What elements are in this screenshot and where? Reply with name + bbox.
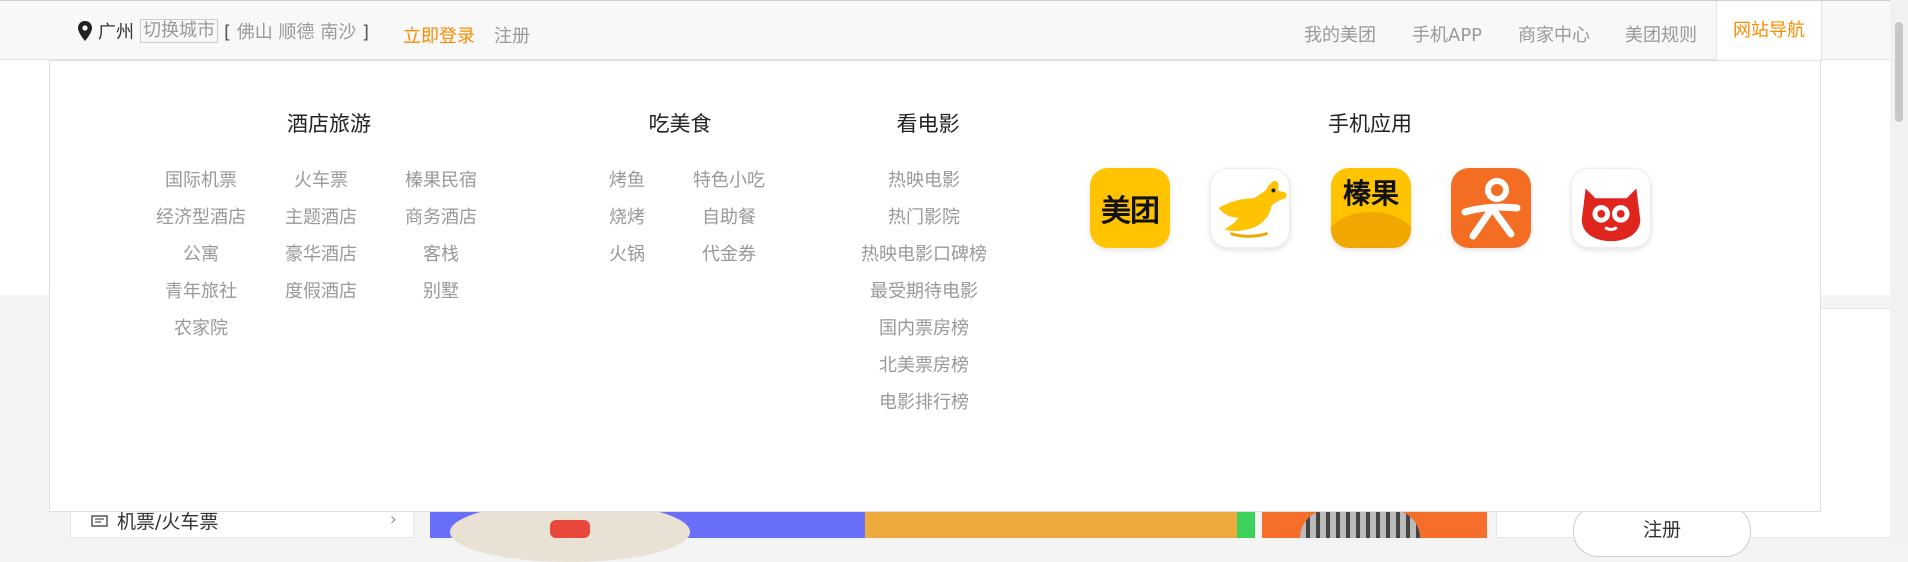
microphone-image — [1300, 510, 1420, 538]
site-navigation-tab[interactable]: 网站导航 — [1716, 1, 1822, 62]
link-now-showing[interactable]: 热映电影 — [888, 166, 960, 192]
link-zhenguo-homestay[interactable]: 榛果民宿 — [405, 166, 477, 192]
link-buffet[interactable]: 自助餐 — [702, 203, 756, 229]
cat-face-icon — [1581, 188, 1641, 242]
movies-heading: 看电影 — [896, 112, 960, 136]
banner-image-detail — [550, 520, 590, 538]
person-icon — [1461, 178, 1521, 240]
login-link[interactable]: 立即登录 — [403, 22, 475, 48]
page-scrollbar[interactable] — [1890, 0, 1908, 538]
link-youth-hostel[interactable]: 青年旅社 — [165, 277, 237, 303]
merchant-center-link[interactable]: 商家中心 — [1518, 21, 1590, 47]
zhenguo-app-icon[interactable]: 榛果 — [1331, 168, 1411, 248]
link-luxury-hotel[interactable]: 豪华酒店 — [285, 240, 357, 266]
register-link[interactable]: 注册 — [494, 22, 530, 48]
nearby-cities: [ 佛山 顺德 南沙 ] — [224, 22, 369, 43]
link-movie-rankings[interactable]: 电影排行榜 — [879, 388, 969, 414]
top-bar: 广州 切换城市 [ 佛山 顺德 南沙 ] 立即登录 注册 我的美团 手机APP … — [0, 0, 1908, 62]
link-grilled-fish[interactable]: 烤鱼 — [609, 166, 645, 192]
dianping-app-icon[interactable] — [1451, 168, 1531, 248]
food-heading: 吃美食 — [648, 112, 712, 136]
promo-banner-ktv[interactable] — [1262, 510, 1487, 538]
hotel-travel-heading: 酒店旅游 — [287, 112, 371, 136]
nearby-city-links[interactable]: 佛山 顺德 南沙 — [237, 22, 356, 43]
link-budget-hotel[interactable]: 经济型酒店 — [156, 203, 246, 229]
link-resort-hotel[interactable]: 度假酒店 — [285, 277, 357, 303]
my-meituan-link[interactable]: 我的美团 — [1304, 21, 1376, 47]
link-train-tickets[interactable]: 火车票 — [294, 166, 348, 192]
link-farmhouse[interactable]: 农家院 — [174, 314, 228, 340]
meituan-waimai-app-icon[interactable] — [1210, 168, 1290, 248]
banner-image-detail — [1237, 510, 1255, 538]
meituan-app-icon[interactable]: 美团 — [1090, 168, 1170, 248]
link-most-anticipated[interactable]: 最受期待电影 — [870, 277, 978, 303]
app-hill-shape — [1331, 212, 1411, 248]
location-selector: 广州 切换城市 [ 佛山 顺德 南沙 ] — [78, 19, 369, 43]
promo-banner-pizza[interactable] — [865, 510, 1255, 538]
link-bbq[interactable]: 烧烤 — [609, 203, 645, 229]
site-navigation-dropdown: 酒店旅游 国际机票 火车票 榛果民宿 经济型酒店 主题酒店 商务酒店 公寓 豪华… — [49, 60, 1821, 512]
link-inn[interactable]: 客栈 — [423, 240, 459, 266]
link-vouchers[interactable]: 代金券 — [702, 240, 756, 266]
mobile-apps-heading: 手机应用 — [1328, 112, 1412, 136]
scrollbar-thumb[interactable] — [1895, 22, 1903, 122]
link-business-hotel[interactable]: 商务酒店 — [405, 203, 477, 229]
link-popular-cinemas[interactable]: 热门影院 — [888, 203, 960, 229]
mobile-app-link[interactable]: 手机APP — [1412, 21, 1482, 47]
link-snacks[interactable]: 特色小吃 — [693, 166, 765, 192]
maoyan-app-icon[interactable] — [1571, 168, 1651, 248]
rules-link[interactable]: 美团规则 — [1625, 21, 1697, 47]
register-button[interactable]: 注册 — [1573, 505, 1751, 557]
link-international-flights[interactable]: 国际机票 — [165, 166, 237, 192]
location-pin-icon — [78, 21, 92, 41]
link-hotpot[interactable]: 火锅 — [609, 240, 645, 266]
link-villa[interactable]: 别墅 — [423, 277, 459, 303]
link-domestic-box-office[interactable]: 国内票房榜 — [879, 314, 969, 340]
chevron-right-icon: › — [389, 509, 397, 530]
link-north-america-box-office[interactable]: 北美票房榜 — [879, 351, 969, 377]
promo-banner-salad[interactable] — [430, 502, 865, 562]
current-city: 广州 — [98, 22, 134, 43]
kangaroo-icon — [1218, 180, 1287, 238]
link-apartment[interactable]: 公寓 — [183, 240, 219, 266]
switch-city-link[interactable]: 切换城市 — [140, 19, 218, 43]
link-theme-hotel[interactable]: 主题酒店 — [285, 203, 357, 229]
ticket-icon — [91, 514, 108, 527]
link-movie-reviews-ranking[interactable]: 热映电影口碑榜 — [861, 240, 987, 266]
